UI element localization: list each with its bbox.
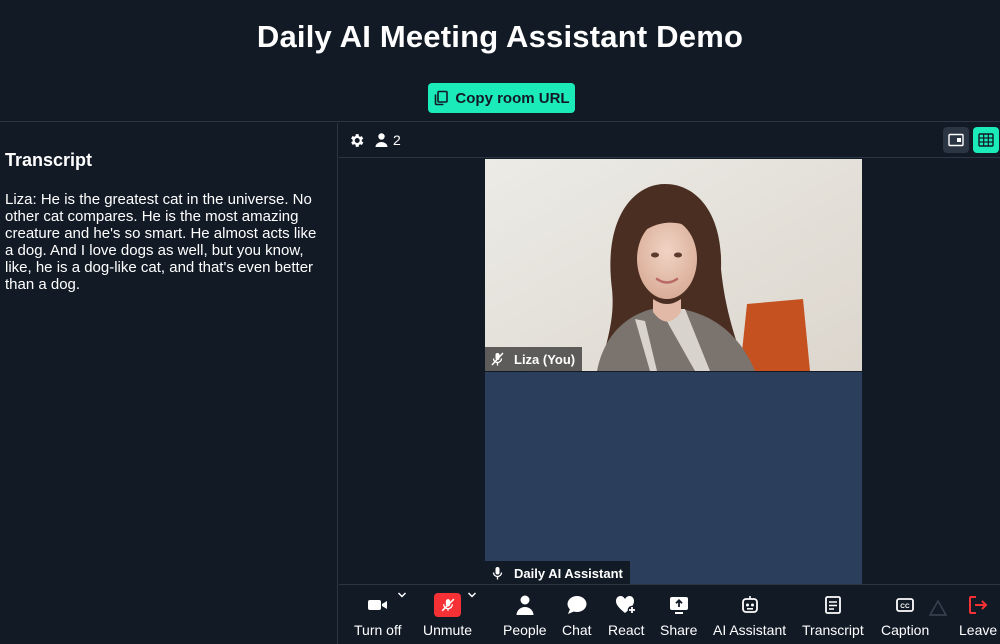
share-icon [669, 597, 688, 614]
transcript-label: Transcript [802, 622, 864, 638]
call-topbar: 2 [339, 123, 1000, 158]
leave-icon [969, 596, 988, 614]
speaker-view-button[interactable] [943, 127, 969, 153]
copy-icon [435, 90, 449, 106]
mic-off-icon [491, 352, 504, 366]
camera-label: Turn off [354, 622, 402, 638]
transcript-text: Liza: He is the greatest cat in the univ… [5, 191, 317, 293]
grid-view-button[interactable] [973, 127, 999, 153]
grid-view-icon [978, 133, 994, 147]
participant-count[interactable]: 2 [375, 132, 401, 148]
ai-assistant-button[interactable]: AI Assistant [713, 593, 786, 638]
react-label: React [608, 622, 645, 638]
chat-button[interactable]: Chat [562, 593, 592, 638]
call-frame: 2 Liza (You) Daily AI Assistant Turn off… [339, 123, 1000, 644]
people-button[interactable]: People [503, 593, 547, 638]
participant-video [485, 159, 862, 371]
react-button[interactable]: React [608, 593, 645, 638]
chevron-down-icon[interactable] [467, 591, 477, 599]
participant-name: Daily AI Assistant [514, 565, 623, 581]
participant-tile-assistant[interactable]: Daily AI Assistant [485, 372, 862, 585]
person-icon [375, 133, 388, 147]
caption-button[interactable]: CC Caption [881, 593, 929, 638]
ai-assistant-label: AI Assistant [713, 622, 787, 638]
leave-button[interactable]: Leave [959, 593, 997, 638]
mic-button[interactable]: Unmute [423, 593, 472, 638]
copy-room-url-button[interactable]: Copy room URL [428, 83, 575, 113]
participant-name-tag: Liza (You) [485, 347, 583, 371]
svg-text:CC: CC [900, 603, 910, 610]
mic-label: Unmute [423, 622, 473, 638]
mic-off-icon [441, 598, 454, 612]
participant-name-tag: Daily AI Assistant [485, 561, 630, 585]
transcript-title: Transcript [5, 150, 93, 170]
ai-assistant-icon [741, 596, 758, 613]
caption-icon: CC [896, 598, 915, 612]
header: Daily AI Meeting Assistant Demo Copy roo… [0, 0, 1000, 122]
copy-button-label: Copy room URL [455, 89, 570, 107]
people-label: People [503, 622, 547, 638]
participant-count-value: 2 [393, 132, 401, 148]
leave-label: Leave [959, 622, 998, 638]
chat-label: Chat [562, 622, 592, 638]
react-icon [616, 596, 637, 615]
caption-label: Caption [881, 622, 930, 638]
transcript-button[interactable]: Transcript [802, 593, 864, 638]
participant-name: Liza (You) [514, 351, 576, 367]
people-icon [516, 595, 534, 615]
chevron-down-icon[interactable] [397, 591, 407, 599]
transcript-panel: Transcript Liza: He is the greatest cat … [0, 123, 338, 644]
page-title: Daily AI Meeting Assistant Demo [256, 19, 744, 54]
share-button[interactable]: Share [660, 593, 697, 638]
camera-button[interactable]: Turn off [354, 593, 401, 638]
chat-icon [567, 596, 587, 614]
participant-tile-liza[interactable]: Liza (You) [485, 159, 862, 371]
triangle-icon [929, 600, 947, 616]
call-tray: Turn off Unmute People Chat React Share … [339, 584, 1000, 644]
share-label: Share [660, 622, 698, 638]
gear-icon[interactable] [348, 132, 365, 149]
transcript-icon [824, 596, 841, 614]
mic-icon [492, 567, 503, 580]
speaker-view-icon [948, 133, 964, 147]
camera-icon [367, 600, 387, 610]
